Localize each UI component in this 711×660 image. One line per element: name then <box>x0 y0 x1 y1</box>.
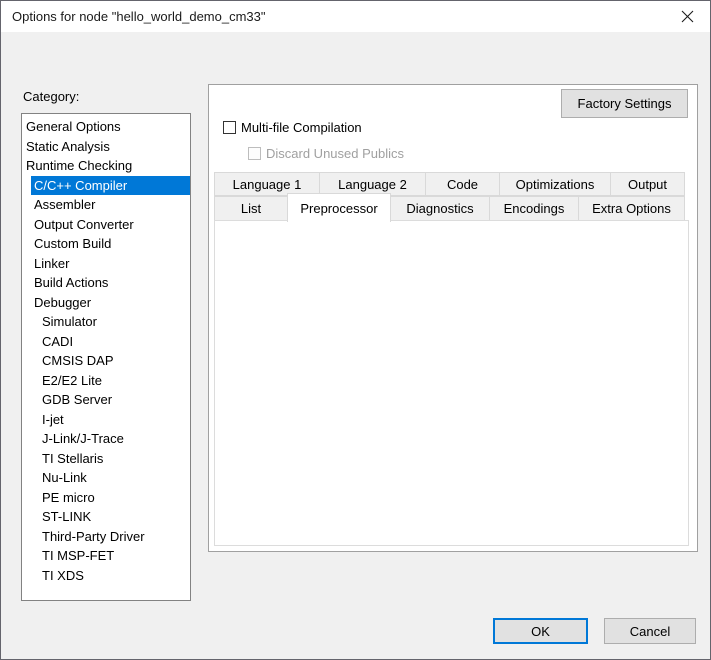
tab-diagnostics[interactable]: Diagnostics <box>390 196 490 221</box>
tab-row-upper: Language 1Language 2CodeOptimizationsOut… <box>214 172 684 196</box>
checkbox-box-icon <box>223 121 236 134</box>
checkbox-box-icon <box>248 147 261 160</box>
category-item-e2-e2-lite[interactable]: E2/E2 Lite <box>22 371 190 391</box>
tab-code[interactable]: Code <box>425 172 500 196</box>
category-item-pe-micro[interactable]: PE micro <box>22 488 190 508</box>
tab-optimizations[interactable]: Optimizations <box>499 172 611 196</box>
category-item-gdb-server[interactable]: GDB Server <box>22 390 190 410</box>
ok-button[interactable]: OK <box>493 618 588 644</box>
category-item-st-link[interactable]: ST-LINK <box>22 507 190 527</box>
multi-file-compilation-checkbox[interactable]: Multi-file Compilation <box>223 120 362 135</box>
category-item-custom-build[interactable]: Custom Build <box>22 234 190 254</box>
category-item-c-c-compiler[interactable]: C/C++ Compiler <box>31 176 190 196</box>
category-item-output-converter[interactable]: Output Converter <box>22 215 190 235</box>
close-icon <box>681 10 694 23</box>
category-item-static-analysis[interactable]: Static Analysis <box>22 137 190 157</box>
tab-output[interactable]: Output <box>610 172 685 196</box>
title-bar: Options for node "hello_world_demo_cm33" <box>1 1 710 32</box>
tab-preprocessor[interactable]: Preprocessor <box>287 193 391 222</box>
category-item-cmsis-dap[interactable]: CMSIS DAP <box>22 351 190 371</box>
category-item-debugger[interactable]: Debugger <box>22 293 190 313</box>
category-listbox: General OptionsStatic AnalysisRuntime Ch… <box>21 113 191 601</box>
category-item-ti-msp-fet[interactable]: TI MSP-FET <box>22 546 190 566</box>
category-item-i-jet[interactable]: I-jet <box>22 410 190 430</box>
category-item-ti-xds[interactable]: TI XDS <box>22 566 190 586</box>
tab-row-lower: ListPreprocessorDiagnosticsEncodingsExtr… <box>214 196 684 221</box>
category-item-build-actions[interactable]: Build Actions <box>22 273 190 293</box>
tab-encodings[interactable]: Encodings <box>489 196 579 221</box>
close-button[interactable] <box>665 1 710 32</box>
category-item-runtime-checking[interactable]: Runtime Checking <box>22 156 190 176</box>
preprocessor-tab-panel <box>214 220 689 546</box>
category-item-cadi[interactable]: CADI <box>22 332 190 352</box>
cancel-button[interactable]: Cancel <box>604 618 696 644</box>
category-item-linker[interactable]: Linker <box>22 254 190 274</box>
category-item-j-link-j-trace[interactable]: J-Link/J-Trace <box>22 429 190 449</box>
category-label: Category: <box>23 89 79 104</box>
category-item-nu-link[interactable]: Nu-Link <box>22 468 190 488</box>
discard-unused-publics-checkbox: Discard Unused Publics <box>248 146 404 161</box>
category-item-simulator[interactable]: Simulator <box>22 312 190 332</box>
category-item-third-party-driver[interactable]: Third-Party Driver <box>22 527 190 547</box>
options-dialog: Options for node "hello_world_demo_cm33"… <box>0 0 711 660</box>
category-item-ti-stellaris[interactable]: TI Stellaris <box>22 449 190 469</box>
tab-extra-options[interactable]: Extra Options <box>578 196 685 221</box>
category-item-general-options[interactable]: General Options <box>22 117 190 137</box>
tab-list[interactable]: List <box>214 196 288 221</box>
dialog-title: Options for node "hello_world_demo_cm33" <box>12 9 266 24</box>
factory-settings-button[interactable]: Factory Settings <box>561 89 688 118</box>
category-item-assembler[interactable]: Assembler <box>22 195 190 215</box>
